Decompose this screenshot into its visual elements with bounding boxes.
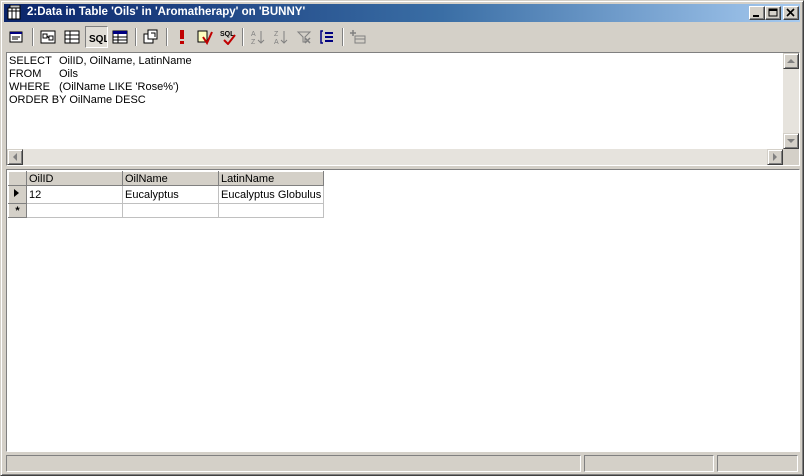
sql-pane-button[interactable]: SQL [85, 26, 108, 48]
scroll-down-button[interactable] [783, 133, 799, 149]
table-cell[interactable] [122, 203, 219, 218]
properties-icon [9, 31, 23, 43]
grid-pane-button[interactable] [61, 26, 84, 48]
group-by-button[interactable] [316, 26, 339, 48]
new-row[interactable]: * [8, 203, 325, 218]
table-cell[interactable] [26, 203, 123, 218]
svg-text:Z: Z [251, 39, 256, 45]
results-grid: OilID OilName LatinName 12 Eucalyptus Eu… [8, 171, 325, 218]
toolbar: SQL SQL AZ ZA [4, 25, 800, 49]
sql-pane-icon: SQL [89, 34, 107, 45]
minimize-button[interactable] [749, 6, 765, 20]
table-cell[interactable]: Eucalyptus Globulus [218, 185, 325, 204]
add-table-button[interactable] [347, 26, 370, 48]
svg-text:A: A [274, 39, 279, 45]
sort-ascending-icon: AZ [251, 31, 265, 45]
sql-clause: (OilName LIKE 'Rose%') [59, 81, 179, 93]
table-cell[interactable]: Eucalyptus [122, 185, 219, 204]
sort-ascending-button[interactable]: AZ [247, 26, 270, 48]
sql-clause: OilName DESC [69, 94, 146, 106]
scroll-left-button[interactable] [7, 149, 23, 165]
table-row[interactable]: 12 Eucalyptus Eucalyptus Globulus [8, 185, 325, 204]
arrow-right-icon [773, 153, 777, 161]
verify-sql-icon [197, 30, 213, 45]
toolbar-separator [135, 28, 137, 46]
grid-header-row: OilID OilName LatinName [8, 171, 325, 186]
change-type-icon [143, 29, 158, 44]
window-title: 2:Data in Table 'Oils' in 'Aromatherapy'… [27, 6, 306, 18]
status-bar [4, 454, 800, 473]
maximize-button[interactable] [765, 6, 781, 20]
results-pane[interactable]: OilID OilName LatinName 12 Eucalyptus Eu… [6, 169, 800, 452]
verify-sql-button[interactable] [194, 26, 217, 48]
sql-horizontal-scrollbar[interactable] [7, 149, 783, 165]
add-table-icon [350, 30, 366, 44]
change-type-button[interactable] [140, 26, 163, 48]
minimize-icon [753, 15, 759, 17]
sql-clause: OilID, OilName, LatinName [59, 55, 192, 67]
results-pane-button[interactable] [109, 26, 132, 48]
svg-text:A: A [251, 31, 256, 38]
table-cell[interactable]: 12 [26, 185, 123, 204]
query-window: 2:Data in Table 'Oils' in 'Aromatherapy'… [0, 0, 804, 476]
remove-filter-icon [296, 31, 312, 44]
title-bar[interactable]: 2:Data in Table 'Oils' in 'Aromatherapy'… [4, 4, 800, 22]
row-selector-header[interactable] [8, 171, 27, 186]
svg-text:Z: Z [274, 31, 279, 38]
status-panel [717, 455, 798, 472]
sql-keyword: WHERE [9, 81, 50, 93]
diagram-pane-button[interactable] [37, 26, 60, 48]
remove-filter-button[interactable] [293, 26, 316, 48]
properties-button[interactable] [6, 26, 29, 48]
toolbar-separator [166, 28, 168, 46]
toolbar-separator [242, 28, 244, 46]
run-button[interactable] [171, 26, 194, 48]
row-selector[interactable] [8, 185, 27, 204]
sql-keyword: FROM [9, 68, 42, 80]
results-pane-icon [112, 30, 128, 44]
status-panel [584, 455, 714, 472]
scroll-corner [783, 149, 799, 165]
column-header[interactable]: OilID [26, 171, 123, 186]
sort-descending-button[interactable]: ZA [270, 26, 293, 48]
sql-line: WHERE (OilName LIKE 'Rose%') [9, 81, 781, 94]
scroll-right-button[interactable] [767, 149, 783, 165]
arrow-left-icon [13, 153, 17, 161]
column-header[interactable]: OilName [122, 171, 219, 186]
sql-line: SELECT OilID, OilName, LatinName [9, 55, 781, 68]
check-sql-button[interactable]: SQL [217, 26, 240, 48]
sql-editor[interactable]: SELECT OilID, OilName, LatinName FROM Oils… [9, 55, 781, 147]
diagram-pane-icon [40, 30, 56, 44]
new-row-marker[interactable]: * [8, 203, 27, 218]
close-button[interactable] [783, 6, 799, 20]
close-icon [786, 8, 795, 17]
sort-descending-icon: ZA [274, 31, 288, 45]
sql-clause: Oils [59, 68, 78, 80]
sql-keyword: SELECT [9, 55, 52, 67]
sql-keyword: ORDER BY [9, 94, 67, 106]
status-panel [6, 455, 581, 472]
table-data-icon [7, 5, 21, 20]
sql-line: FROM Oils [9, 68, 781, 81]
run-icon [180, 30, 184, 44]
sql-vertical-scrollbar[interactable] [783, 53, 799, 149]
grid-pane-icon [64, 30, 80, 44]
table-cell[interactable] [218, 203, 325, 218]
maximize-icon [768, 8, 778, 17]
sql-line: ORDER BY OilName DESC [9, 94, 781, 107]
arrow-down-icon [787, 139, 795, 143]
sql-pane[interactable]: SELECT OilID, OilName, LatinName FROM Oils… [6, 52, 800, 166]
current-row-icon [14, 189, 19, 197]
check-sql-icon: SQL [220, 31, 236, 45]
scroll-up-button[interactable] [783, 53, 799, 69]
toolbar-separator [342, 28, 344, 46]
svg-text:SQL: SQL [89, 34, 107, 45]
toolbar-separator [32, 28, 34, 46]
arrow-up-icon [787, 59, 795, 63]
group-by-icon [320, 30, 333, 44]
column-header[interactable]: LatinName [217, 171, 325, 186]
